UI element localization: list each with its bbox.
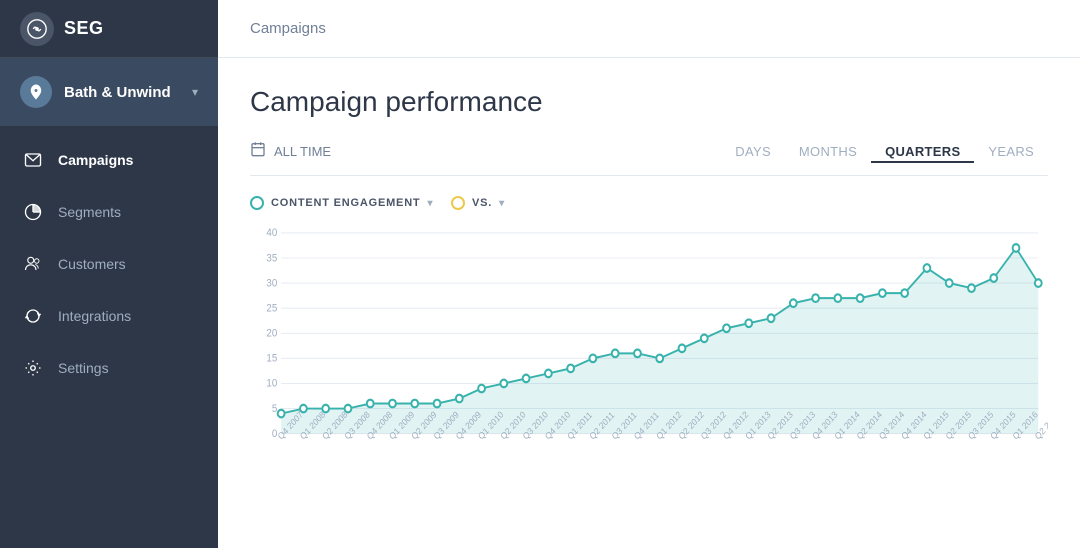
yellow-legend-circle <box>451 196 465 210</box>
app-logo <box>20 12 54 46</box>
sidebar-header: SEG <box>0 0 218 58</box>
page-title: Campaign performance <box>250 86 1048 118</box>
people-icon <box>22 253 44 275</box>
teal-legend-circle <box>250 196 264 210</box>
brand-selector[interactable]: Bath & Unwind ▾ <box>0 58 218 126</box>
svg-text:5: 5 <box>272 403 278 415</box>
gear-icon <box>22 357 44 379</box>
sidebar-item-campaigns[interactable]: Campaigns <box>0 134 218 186</box>
sidebar: SEG Bath & Unwind ▾ Campaigns <box>0 0 218 548</box>
sidebar-item-segments[interactable]: Segments <box>0 186 218 238</box>
customers-label: Customers <box>58 256 126 272</box>
legend-series2-label: VS. <box>472 197 492 209</box>
integrations-label: Integrations <box>58 308 131 324</box>
settings-label: Settings <box>58 360 109 376</box>
content-area: Campaign performance ALL TIME DAYS MONTH… <box>218 58 1080 548</box>
sidebar-item-customers[interactable]: Customers <box>0 238 218 290</box>
brand-icon <box>20 76 52 108</box>
brand-chevron-icon: ▾ <box>192 85 198 99</box>
svg-text:15: 15 <box>266 353 277 365</box>
sidebar-item-settings[interactable]: Settings <box>0 342 218 394</box>
time-controls: ALL TIME DAYS MONTHS QUARTERS YEARS <box>250 140 1048 176</box>
svg-text:40: 40 <box>266 228 277 240</box>
chart-legend: CONTENT ENGAGEMENT ▾ VS. ▾ <box>250 196 1048 210</box>
svg-text:30: 30 <box>266 278 277 290</box>
chart-container: 0 5 10 15 20 25 30 35 40 Q4 2007Q1 2008Q… <box>250 222 1048 462</box>
legend-series2-chevron: ▾ <box>499 198 505 209</box>
legend-series1-chevron: ▾ <box>427 198 433 209</box>
all-time-label: ALL TIME <box>274 144 331 159</box>
email-icon <box>22 149 44 171</box>
svg-text:10: 10 <box>266 378 277 390</box>
svg-text:20: 20 <box>266 328 277 340</box>
chart-svg: 0 5 10 15 20 25 30 35 40 Q4 2007Q1 2008Q… <box>250 222 1048 462</box>
legend-series1-label: CONTENT ENGAGEMENT <box>271 197 420 209</box>
legend-vs[interactable]: VS. ▾ <box>451 196 505 210</box>
quarters-button[interactable]: QUARTERS <box>871 140 974 163</box>
pie-icon <box>22 201 44 223</box>
sidebar-item-integrations[interactable]: Integrations <box>0 290 218 342</box>
topbar: Campaigns <box>218 0 1080 58</box>
sync-icon <box>22 305 44 327</box>
sidebar-nav: Campaigns Segments <box>0 126 218 548</box>
svg-text:35: 35 <box>266 253 277 265</box>
legend-content-engagement[interactable]: CONTENT ENGAGEMENT ▾ <box>250 196 433 210</box>
svg-text:25: 25 <box>266 303 277 315</box>
topbar-title: Campaigns <box>250 20 326 37</box>
days-button[interactable]: DAYS <box>721 140 785 163</box>
app-title: SEG <box>64 18 104 39</box>
calendar-icon <box>250 141 266 162</box>
campaigns-label: Campaigns <box>58 152 133 168</box>
segments-label: Segments <box>58 204 121 220</box>
all-time-button[interactable]: ALL TIME <box>250 141 331 162</box>
months-button[interactable]: MONTHS <box>785 140 871 163</box>
years-button[interactable]: YEARS <box>974 140 1048 163</box>
brand-name: Bath & Unwind <box>64 84 192 101</box>
main-content: Campaigns Campaign performance ALL TIME … <box>218 0 1080 548</box>
